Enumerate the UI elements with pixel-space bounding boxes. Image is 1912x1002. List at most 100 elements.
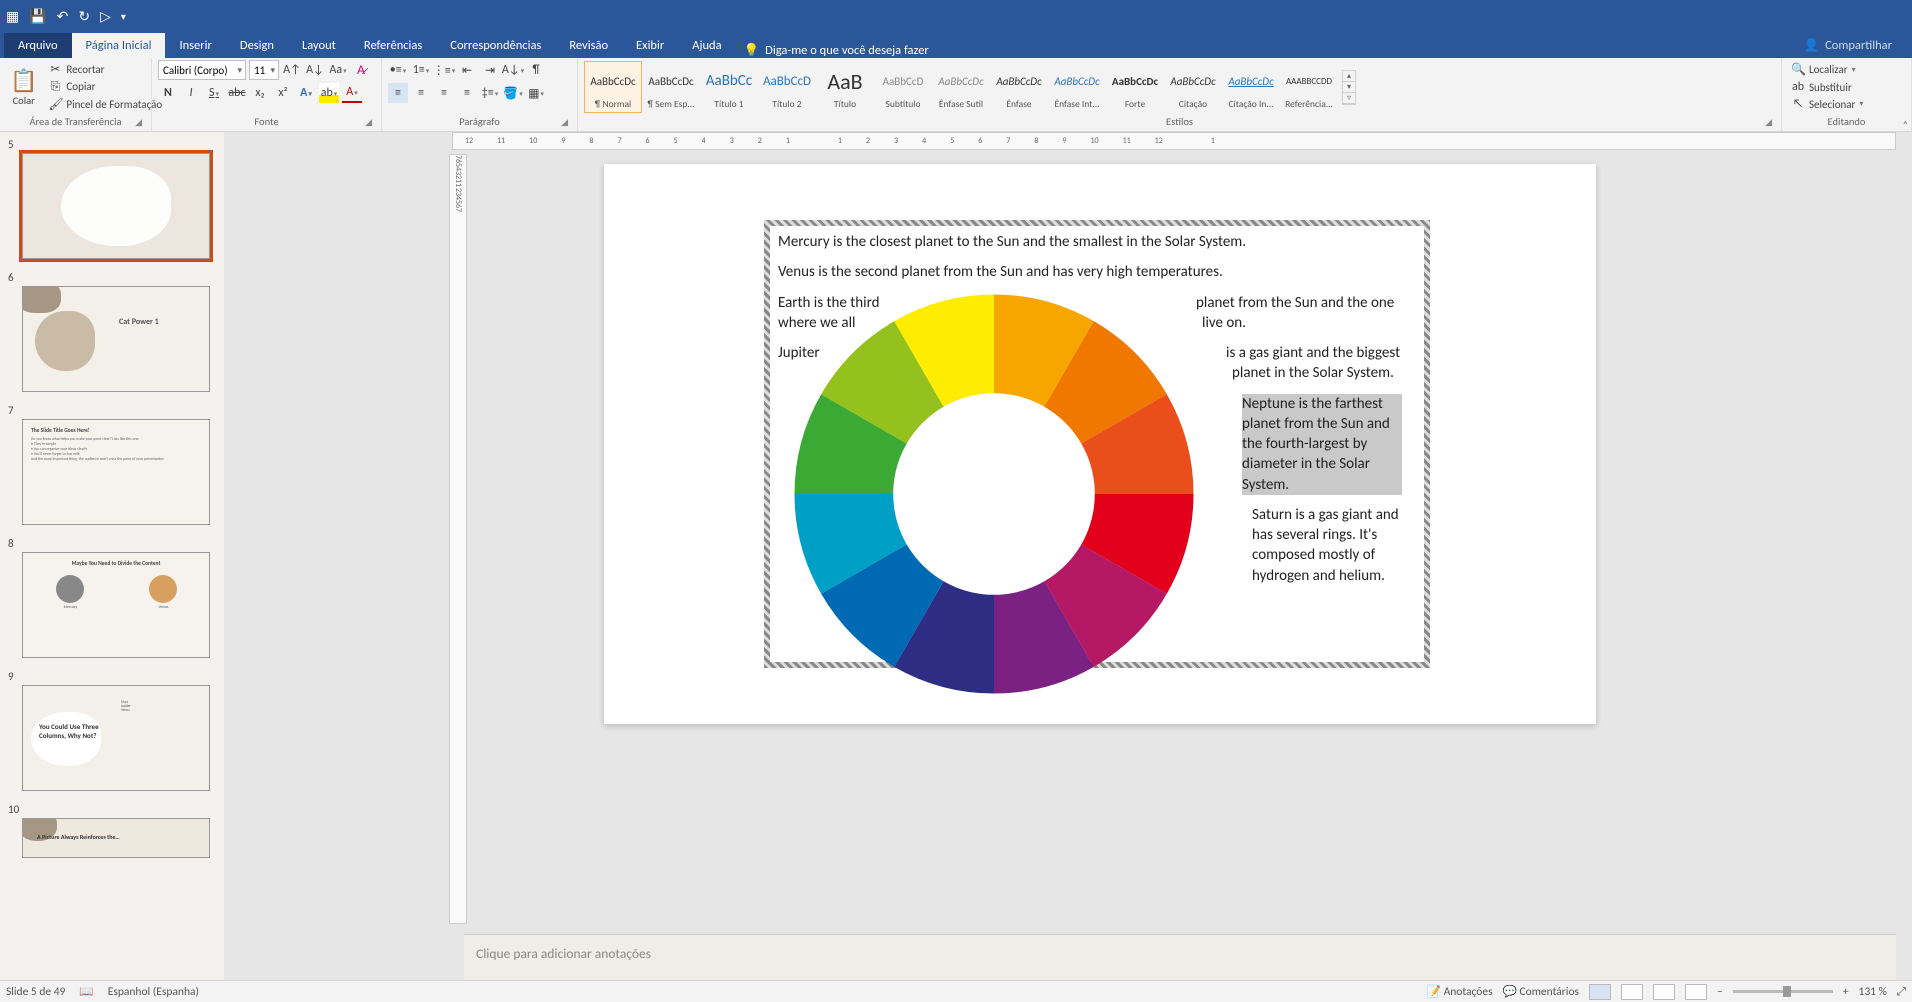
subscript-button[interactable]: x₂ [250,83,270,103]
style-refer-ncia---[interactable]: AAABBCCDDReferência... [1280,61,1338,113]
shading-button[interactable]: 🪣 [503,83,523,103]
redo-button[interactable]: ↻ [78,8,90,25]
paragraph-launcher[interactable]: ◢ [558,116,571,129]
numbering-button[interactable]: 1≡ [411,60,431,80]
save-button[interactable]: 💾 [29,8,46,25]
thumbnail-5[interactable] [22,153,210,259]
tab-referencias[interactable]: Referências [350,33,436,58]
zoom-out-button[interactable]: − [1717,985,1723,999]
strike-button[interactable]: abc [227,83,247,103]
style-t-tulo[interactable]: AaBTítulo [816,61,874,113]
justify-button[interactable]: ≡ [457,83,477,103]
tab-layout[interactable]: Layout [288,33,350,58]
style---normal[interactable]: AaBbCcDc¶ Normal [584,61,642,113]
shrink-font-button[interactable]: A↓ [305,60,325,80]
zoom-in-button[interactable]: + [1843,985,1849,999]
superscript-button[interactable]: x² [273,83,293,103]
thumb-number: 10 [8,803,216,816]
select-button[interactable]: ↖Selecionar ▾ [1788,96,1866,112]
tab-pagina-inicial[interactable]: Página Inicial [72,33,166,58]
style-t-tulo-2[interactable]: AaBbCcDTítulo 2 [758,61,816,113]
style--nfase-sutil[interactable]: AaBbCcDcÊnfase Sutil [932,61,990,113]
borders-button[interactable]: ▦ [526,83,546,103]
view-reading-button[interactable] [1653,984,1675,1000]
align-right-button[interactable]: ≡ [434,83,454,103]
thumbnail-10[interactable]: A Picture Always Reinforces the… [22,818,210,858]
view-normal-button[interactable] [1589,984,1611,1000]
notes-toggle[interactable]: 📝 Anotações [1427,984,1493,999]
multilevel-button[interactable]: ⋮≡ [434,60,454,80]
share-button[interactable]: 👤 Compartilhar [1784,33,1912,58]
bullets-button[interactable]: •≡ [388,60,408,80]
clear-format-button[interactable]: A̷ [351,60,371,80]
style---sem-esp---[interactable]: AaBbCcDc¶ Sem Esp... [642,61,700,113]
change-case-button[interactable]: Aa [328,60,348,80]
gallery-down-button[interactable]: ▾ [1343,82,1355,93]
start-slideshow-button[interactable]: ▷ [100,8,111,25]
align-left-button[interactable]: ≡ [388,83,408,103]
qat-customize-icon[interactable]: ▾ [121,10,126,23]
styles-gallery[interactable]: AaBbCcDc¶ NormalAaBbCcDc¶ Sem Esp...AaBb… [584,60,1338,114]
tab-ajuda[interactable]: Ajuda [678,33,735,58]
gallery-more-button[interactable]: ▿ [1343,93,1355,104]
gallery-up-button[interactable]: ▴ [1343,71,1355,82]
spell-check-icon[interactable]: 📖 [79,984,93,999]
thumbnail-6[interactable]: Cat Power 1 [22,286,210,392]
styles-launcher[interactable]: ◢ [1762,116,1775,129]
notes-pane[interactable]: Clique para adicionar anotações [464,934,1896,980]
outdent-button[interactable]: ⇤ [457,60,477,80]
font-size-combo[interactable]: 11 [249,60,279,80]
view-slideshow-button[interactable] [1685,984,1707,1000]
thumbnail-7[interactable]: The Slide Title Goes Here! Do you know w… [22,419,210,525]
grow-font-button[interactable]: A↑ [282,60,302,80]
font-color-button[interactable]: A [342,83,362,103]
replace-button[interactable]: abSubstituir [1788,79,1866,95]
indent-button[interactable]: ⇥ [480,60,500,80]
cut-button[interactable]: ✂Recortar [45,61,165,78]
clipboard-launcher[interactable]: ◢ [132,116,145,129]
find-button[interactable]: 🔍Localizar ▾ [1788,61,1866,78]
paste-button[interactable]: 📋 Colar [6,65,41,109]
tab-inserir[interactable]: Inserir [165,33,225,58]
show-marks-button[interactable]: ¶ [526,60,546,80]
tell-me-search[interactable]: 💡 Diga-me o que você deseja fazer [744,43,929,58]
style-cita--o-in---[interactable]: AaBbCcDcCitação In... [1222,61,1280,113]
style-cita--o[interactable]: AaBbCcDcCitação [1164,61,1222,113]
slide-thumbnails[interactable]: 5 6 Cat Power 1 7 The Slide Title Goes H… [0,132,224,980]
style-subt-tulo[interactable]: AaBbCcDSubtítulo [874,61,932,113]
line-spacing-button[interactable]: ‡≡ [480,83,500,103]
comments-toggle[interactable]: 💬 Comentários [1503,984,1579,999]
style--nfase[interactable]: AaBbCcDcÊnfase [990,61,1048,113]
copy-button[interactable]: ⎘Copiar [45,79,165,95]
thumbnail-8[interactable]: Maybe You Need to Divide the Content Mer… [22,552,210,658]
tab-design[interactable]: Design [226,33,288,58]
font-launcher[interactable]: ◢ [362,116,375,129]
underline-button[interactable]: S [204,83,224,103]
style-t-tulo-1[interactable]: AaBbCcTítulo 1 [700,61,758,113]
zoom-slider[interactable] [1733,990,1833,993]
style--nfase-int---[interactable]: AaBbCcDcÊnfase Int... [1048,61,1106,113]
sort-button[interactable]: A↓ [503,60,523,80]
thumbnail-9[interactable]: You Could Use Three Columns, Why Not? Ma… [22,685,210,791]
italic-button[interactable]: I [181,83,201,103]
status-slide[interactable]: Slide 5 de 49 [6,985,65,999]
view-sorter-button[interactable] [1621,984,1643,1000]
fit-window-button[interactable]: ⤢ [1897,985,1906,999]
status-language[interactable]: Espanhol (Espanha) [108,985,199,999]
vertical-ruler[interactable]: 76543211234567 [449,154,467,924]
horizontal-ruler[interactable]: 1211109876543211234567891011121 [452,132,1896,150]
undo-button[interactable]: ↶ [57,8,69,25]
tab-exibir[interactable]: Exibir [622,33,678,58]
font-name-combo[interactable]: Calibri (Corpo) [158,60,246,80]
align-center-button[interactable]: ≡ [411,83,431,103]
tab-arquivo[interactable]: Arquivo [4,33,72,58]
style-forte[interactable]: AaBbCcDcForte [1106,61,1164,113]
tab-revisao[interactable]: Revisão [555,33,622,58]
collapse-ribbon-button[interactable]: ˄ [1903,118,1908,131]
format-painter-button[interactable]: 🖌Pincel de Formatação [45,96,165,113]
text-effects-button[interactable]: A [296,83,316,103]
zoom-level[interactable]: 131 % [1858,985,1886,999]
tab-correspondencias[interactable]: Correspondências [436,33,555,58]
bold-button[interactable]: N [158,83,178,103]
highlight-button[interactable]: ab [319,83,339,103]
